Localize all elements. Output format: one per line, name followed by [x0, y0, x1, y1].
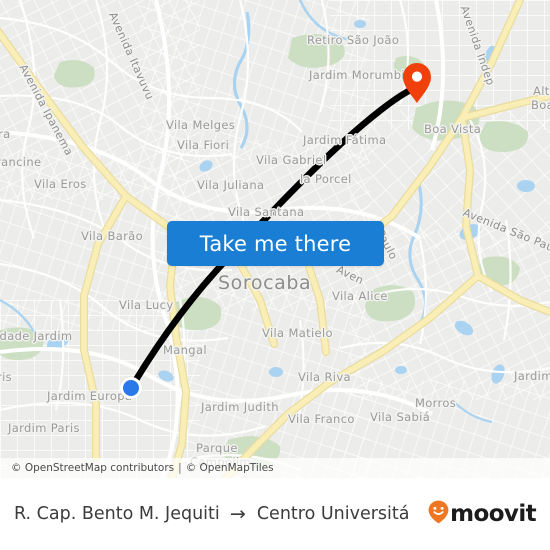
moovit-logo[interactable]: moovit	[428, 500, 537, 529]
attribution-tiles[interactable]: © OpenMapTiles	[186, 462, 274, 474]
map-canvas[interactable]: Avenida Itavuvu Avenida Ipanema Retiro São…	[0, 0, 550, 478]
origin-marker[interactable]	[120, 377, 142, 399]
route-destination-label: Centro Universitário…	[256, 504, 411, 524]
footer-inner: R. Cap. Bento M. Jequitinho… → Centro Un…	[0, 500, 550, 529]
attribution-osm[interactable]: © OpenStreetMap contributors	[11, 462, 174, 474]
moovit-wordmark: moovit	[450, 501, 536, 527]
take-me-there-button[interactable]: Take me there	[167, 221, 384, 266]
moovit-pin-icon	[428, 500, 449, 529]
moovit-route-widget: Avenida Itavuvu Avenida Ipanema Retiro São…	[0, 0, 550, 550]
route-footer: R. Cap. Bento M. Jequitinho… → Centro Un…	[0, 478, 550, 550]
route-origin-label: R. Cap. Bento M. Jequitinho…	[14, 504, 219, 524]
attribution-separator: |	[178, 462, 182, 474]
map-attribution: © OpenStreetMap contributors | © OpenMap…	[0, 458, 550, 478]
arrow-right-icon: →	[229, 502, 246, 525]
